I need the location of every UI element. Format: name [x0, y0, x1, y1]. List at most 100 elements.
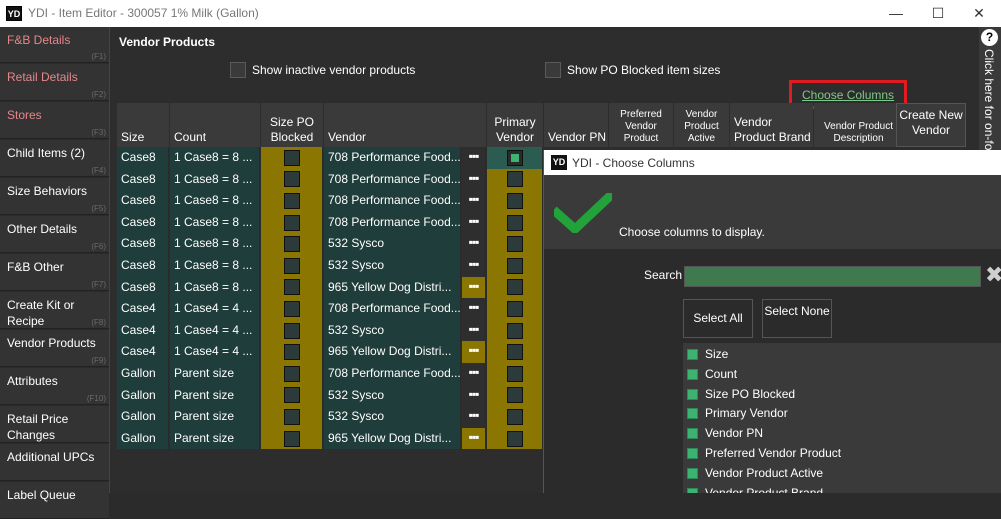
vendor-more-button[interactable]: ▪▪▪: [462, 255, 486, 277]
minimize-button[interactable]: —: [876, 3, 916, 23]
column-header-vendor-product-active[interactable]: Vendor Product Active: [674, 103, 729, 147]
size-po-blocked-checkbox[interactable]: [283, 257, 300, 274]
primary-vendor-checkbox[interactable]: [506, 192, 523, 209]
vendor-more-button[interactable]: ▪▪▪: [462, 363, 486, 385]
sidebar-item-size-behaviors[interactable]: Size Behaviors (F5): [0, 178, 109, 215]
column-option-checkbox[interactable]: [687, 349, 698, 360]
sidebar-item-additional-upcs[interactable]: Additional UPCs: [0, 444, 109, 481]
column-option-checkbox[interactable]: [687, 368, 698, 380]
create-new-vendor-button[interactable]: Create New Vendor: [896, 103, 966, 147]
primary-vendor-checkbox[interactable]: [506, 322, 523, 339]
select-none-button[interactable]: Select None: [762, 299, 832, 338]
search-input[interactable]: [684, 266, 981, 287]
column-option-checkbox[interactable]: [687, 448, 698, 459]
sidebar-item-label-queue[interactable]: Label Queue: [0, 482, 109, 519]
sidebar-item-label: Retail Details: [7, 70, 78, 84]
size-po-blocked-checkbox[interactable]: [283, 322, 300, 339]
primary-vendor-checkbox[interactable]: [506, 279, 523, 296]
close-button[interactable]: ✕: [959, 3, 999, 23]
help-icon[interactable]: ?: [981, 29, 998, 46]
cell-size-po-blocked: [261, 255, 323, 277]
column-option-size[interactable]: Size: [683, 344, 1001, 364]
column-option-primary-vendor[interactable]: Primary Vendor: [683, 403, 1001, 423]
column-option-checkbox[interactable]: [687, 467, 698, 479]
size-po-blocked-checkbox[interactable]: [283, 365, 300, 382]
vendor-more-button[interactable]: ▪▪▪: [462, 298, 486, 320]
size-po-blocked-checkbox[interactable]: [283, 149, 300, 166]
sidebar-item-retail-price-changes[interactable]: Retail Price Changes: [0, 406, 109, 443]
sidebar-item-f-b-details[interactable]: F&B Details (F1): [0, 27, 109, 63]
sidebar-item-other-details[interactable]: Other Details (F6): [0, 216, 109, 253]
select-all-button[interactable]: Select All: [683, 299, 753, 338]
cell-size: Case8: [117, 276, 169, 299]
vendor-more-button[interactable]: ▪▪▪: [462, 211, 486, 234]
size-po-blocked-checkbox[interactable]: [283, 387, 300, 404]
primary-vendor-checkbox[interactable]: [506, 214, 523, 231]
column-option-preferred-vendor-product[interactable]: Preferred Vendor Product: [683, 443, 1001, 463]
clear-search-icon[interactable]: ✖: [985, 263, 1001, 287]
primary-vendor-checkbox[interactable]: [506, 236, 523, 253]
primary-vendor-checkbox[interactable]: [506, 387, 523, 404]
size-po-blocked-checkbox[interactable]: [283, 408, 300, 425]
maximize-button[interactable]: ☐: [918, 3, 958, 23]
column-option-vendor-product-active[interactable]: Vendor Product Active: [683, 463, 1001, 483]
size-po-blocked-checkbox[interactable]: [283, 171, 300, 188]
column-header-vendor-product-brand[interactable]: Vendor Product Brand: [730, 103, 813, 147]
column-option-checkbox[interactable]: [687, 388, 698, 400]
vendor-more-button[interactable]: ▪▪▪: [462, 190, 486, 212]
column-header-preferred-vendor-product[interactable]: Preferred Vendor Product: [609, 103, 673, 147]
vendor-more-button[interactable]: ▪▪▪: [462, 168, 486, 191]
sidebar-item-stores[interactable]: Stores (F3): [0, 102, 109, 139]
choose-columns-dialog: YD YDI - Choose Columns Choose columns t…: [543, 150, 1001, 493]
column-option-checkbox[interactable]: [687, 487, 698, 493]
size-po-blocked-checkbox[interactable]: [283, 236, 300, 253]
sidebar-item-vendor-products[interactable]: Vendor Products (F9): [0, 330, 109, 367]
vendor-more-button[interactable]: ▪▪▪: [462, 427, 486, 450]
column-header-size-po-blocked[interactable]: Size PO Blocked: [261, 103, 323, 147]
vendor-more-button[interactable]: ▪▪▪: [462, 233, 486, 255]
column-option-vendor-product-brand[interactable]: Vendor Product Brand: [683, 483, 1001, 493]
sidebar-item-f-b-other[interactable]: F&B Other (F7): [0, 254, 109, 291]
column-header-vendor-pn[interactable]: Vendor PN: [544, 103, 608, 147]
help-side-tab-text[interactable]: Click here for on-fo: [982, 49, 996, 150]
size-po-blocked-checkbox[interactable]: [283, 344, 300, 361]
size-po-blocked-checkbox[interactable]: [283, 214, 300, 231]
size-po-blocked-checkbox[interactable]: [283, 192, 300, 209]
vendor-more-button[interactable]: ▪▪▪: [462, 147, 486, 169]
vendor-more-button[interactable]: ▪▪▪: [462, 406, 486, 428]
primary-vendor-checkbox[interactable]: [506, 344, 523, 361]
primary-vendor-checkbox[interactable]: [506, 365, 523, 382]
vendor-more-button[interactable]: ▪▪▪: [462, 384, 486, 407]
column-header-count[interactable]: Count: [170, 103, 260, 147]
size-po-blocked-checkbox[interactable]: [283, 279, 300, 296]
vendor-more-button[interactable]: ▪▪▪: [462, 341, 486, 363]
show-inactive-checkbox[interactable]: [230, 62, 246, 78]
choose-columns-link[interactable]: Choose Columns: [802, 88, 894, 102]
column-option-size-po-blocked[interactable]: Size PO Blocked: [683, 384, 1001, 404]
vendor-more-button[interactable]: ▪▪▪: [462, 276, 486, 299]
sidebar-item-child-items-2[interactable]: Child Items (2) (F4): [0, 140, 109, 177]
column-option-checkbox[interactable]: [687, 408, 698, 420]
column-option-checkbox[interactable]: [687, 428, 698, 440]
primary-vendor-checkbox[interactable]: [506, 257, 523, 274]
size-po-blocked-checkbox[interactable]: [283, 300, 300, 317]
cell-size: Case8: [117, 168, 169, 191]
sidebar-item-label: Attributes: [7, 374, 58, 388]
primary-vendor-checkbox[interactable]: [506, 430, 523, 447]
primary-vendor-checkbox[interactable]: [506, 171, 523, 188]
primary-vendor-checkbox[interactable]: [506, 408, 523, 425]
primary-vendor-checkbox[interactable]: [506, 149, 523, 166]
column-header-vendor-product-description[interactable]: Vendor Product Description: [814, 103, 903, 147]
column-option-count[interactable]: Count: [683, 364, 1001, 384]
vendor-more-button[interactable]: ▪▪▪: [462, 319, 486, 342]
column-option-vendor-pn[interactable]: Vendor PN: [683, 423, 1001, 443]
column-header-primary-vendor[interactable]: Primary Vendor: [487, 103, 543, 147]
column-header-vendor[interactable]: Vendor: [324, 103, 486, 147]
sidebar-item-retail-details[interactable]: Retail Details (F2): [0, 64, 109, 101]
sidebar-item-create-kit-or-recipe[interactable]: Create Kit or Recipe (F8): [0, 292, 109, 329]
primary-vendor-checkbox[interactable]: [506, 300, 523, 317]
size-po-blocked-checkbox[interactable]: [283, 430, 300, 447]
column-header-size[interactable]: Size: [117, 103, 169, 147]
show-po-blocked-checkbox[interactable]: [545, 62, 561, 78]
sidebar-item-attributes[interactable]: Attributes (F10): [0, 368, 109, 405]
